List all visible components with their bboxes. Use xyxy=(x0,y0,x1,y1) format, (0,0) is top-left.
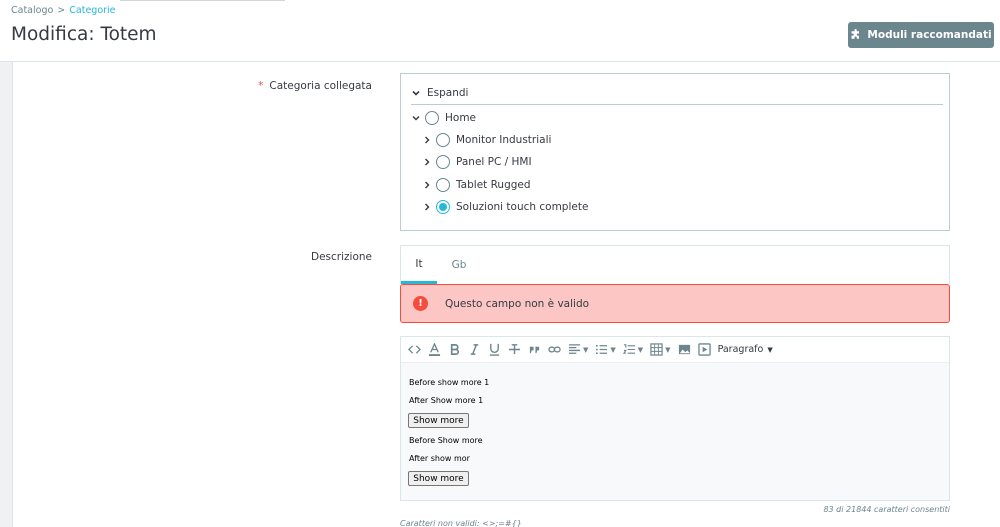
rich-text-editor: ▼ ▼ ▼ ▼ Paragrafo ▼ Before show more 1 Af… xyxy=(400,336,950,501)
link-icon[interactable] xyxy=(548,340,561,360)
content-line: Before Show more xyxy=(409,436,483,445)
tree-item-label: Panel PC / HMI xyxy=(456,156,532,168)
show-more-button[interactable]: Show more xyxy=(408,413,469,428)
strikethrough-icon[interactable] xyxy=(508,340,521,360)
blockquote-icon[interactable] xyxy=(528,340,541,360)
chevron-down-icon: ▼ xyxy=(767,345,773,354)
image-icon[interactable] xyxy=(678,340,691,360)
underline-icon[interactable] xyxy=(488,340,501,360)
expand-toggle[interactable]: Espandi xyxy=(411,82,943,105)
paragraph-dropdown[interactable]: Paragrafo ▼ xyxy=(718,344,773,355)
breadcrumb-parent[interactable]: Catalogo xyxy=(11,5,53,16)
tree-item-label: Home xyxy=(445,112,477,124)
content-line: After show mor xyxy=(409,454,470,463)
numbered-list-icon[interactable]: ▼ xyxy=(622,340,643,360)
tree-item-label: Monitor Industriali xyxy=(456,134,552,146)
chevron-right-icon[interactable] xyxy=(422,180,432,190)
align-icon[interactable]: ▼ xyxy=(568,340,588,360)
tab-it[interactable]: It xyxy=(401,246,437,284)
error-message: Questo campo non è valido xyxy=(445,297,590,310)
category-label-text: Categoria collegata xyxy=(269,80,372,92)
tree-item-tablet-rugged[interactable]: Tablet Rugged xyxy=(422,178,531,192)
bold-icon[interactable] xyxy=(448,340,461,360)
top-strip xyxy=(120,0,285,1)
text-color-icon[interactable] xyxy=(428,340,441,360)
breadcrumb: Catalogo > Categorie xyxy=(11,5,116,16)
page-header: Catalogo > Categorie Modifica: Totem Modul… xyxy=(0,0,1000,62)
character-counter: 83 di 21844 caratteri consentiti xyxy=(823,505,950,514)
error-icon: ! xyxy=(413,296,428,311)
tree-item-label: Soluzioni touch complete xyxy=(456,201,589,213)
bullet-list-icon[interactable]: ▼ xyxy=(595,340,616,360)
table-icon[interactable]: ▼ xyxy=(650,340,671,360)
breadcrumb-current[interactable]: Categorie xyxy=(69,5,115,16)
radio-tablet-rugged[interactable] xyxy=(436,178,450,192)
code-icon[interactable] xyxy=(408,340,421,360)
chevron-down-icon xyxy=(411,88,421,98)
chevron-right-icon[interactable] xyxy=(422,135,432,145)
radio-monitor-industriali[interactable] xyxy=(436,133,450,147)
category-label: * Categoria collegata xyxy=(200,80,372,92)
breadcrumb-separator: > xyxy=(57,5,66,16)
recommended-modules-label: Moduli raccomandati xyxy=(867,29,992,41)
puzzle-icon xyxy=(850,29,862,41)
radio-panel-pc[interactable] xyxy=(436,155,450,169)
tree-item-soluzioni-touch[interactable]: Soluzioni touch complete xyxy=(422,200,588,214)
editor-toolbar: ▼ ▼ ▼ ▼ Paragrafo ▼ xyxy=(401,337,949,363)
category-tree: Espandi Home Monitor Industriali Panel P… xyxy=(400,73,950,231)
language-tabs: It Gb xyxy=(400,245,950,284)
chevron-right-icon[interactable] xyxy=(422,202,432,212)
chevron-down-icon[interactable] xyxy=(411,113,421,123)
chevron-right-icon[interactable] xyxy=(422,157,432,167)
radio-soluzioni-touch[interactable] xyxy=(436,200,450,214)
page-title: Modifica: Totem xyxy=(11,24,157,45)
show-more-button[interactable]: Show more xyxy=(408,471,469,486)
content-line: After Show more 1 xyxy=(409,396,484,405)
recommended-modules-button[interactable]: Moduli raccomandati xyxy=(848,22,994,48)
description-label: Descrizione xyxy=(311,251,372,263)
paragraph-label: Paragrafo xyxy=(717,344,764,355)
content-line: Before show more 1 xyxy=(409,378,490,387)
media-icon[interactable] xyxy=(697,340,711,360)
tree-item-label: Tablet Rugged xyxy=(456,179,531,191)
left-gutter xyxy=(0,62,12,527)
radio-home[interactable] xyxy=(425,111,439,125)
expand-label: Espandi xyxy=(427,87,469,99)
tree-item-panel-pc[interactable]: Panel PC / HMI xyxy=(422,155,532,169)
invalid-characters-hint: Caratteri non validi: <>;=#{} xyxy=(400,519,522,527)
italic-icon[interactable] xyxy=(468,340,481,360)
tab-gb[interactable]: Gb xyxy=(441,246,477,284)
panel-border xyxy=(12,62,13,527)
required-mark: * xyxy=(258,80,264,92)
tree-item-home[interactable]: Home xyxy=(411,111,476,125)
tree-item-monitor-industriali[interactable]: Monitor Industriali xyxy=(422,133,551,147)
editor-content[interactable]: Before show more 1 After Show more 1 Sho… xyxy=(401,363,949,500)
error-alert: ! Questo campo non è valido xyxy=(400,284,950,323)
